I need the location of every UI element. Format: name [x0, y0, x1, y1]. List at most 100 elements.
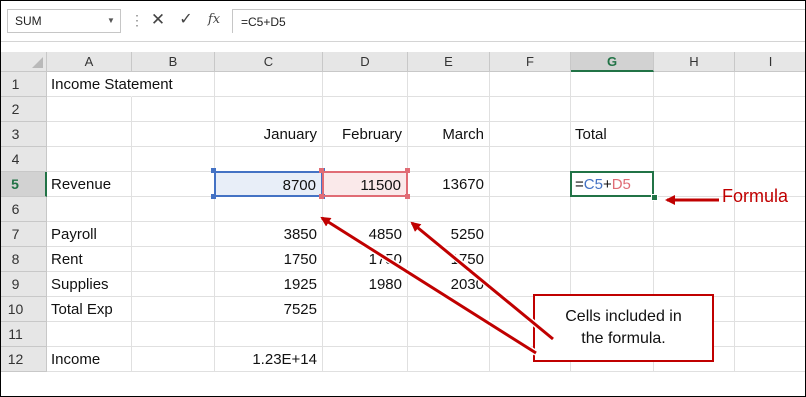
row-header-8[interactable]: 8 — [1, 247, 47, 272]
cell-b6[interactable] — [132, 197, 215, 222]
cell-g2[interactable] — [571, 97, 654, 122]
cell-g4[interactable] — [571, 147, 654, 172]
cell-e7[interactable]: 5250 — [408, 222, 490, 247]
cell-e10[interactable] — [408, 297, 490, 322]
cell-a9[interactable]: Supplies — [47, 272, 132, 297]
cell-f5[interactable] — [490, 172, 571, 197]
cell-a4[interactable] — [47, 147, 132, 172]
cell-a8[interactable]: Rent — [47, 247, 132, 272]
cell-e2[interactable] — [408, 97, 490, 122]
cell-i10[interactable] — [735, 297, 805, 322]
cell-a2[interactable] — [47, 97, 132, 122]
cell-d12[interactable] — [323, 347, 408, 372]
cell-c6[interactable] — [215, 197, 323, 222]
row-header-12[interactable]: 12 — [1, 347, 47, 372]
row-header-1[interactable]: 1 — [1, 72, 47, 97]
cell-i9[interactable] — [735, 272, 805, 297]
cell-c9[interactable]: 1925 — [215, 272, 323, 297]
fx-icon[interactable]: fx — [203, 8, 225, 32]
column-header-i[interactable]: I — [735, 52, 805, 72]
column-header-c[interactable]: C — [215, 52, 323, 72]
cell-c10[interactable]: 7525 — [215, 297, 323, 322]
cell-f8[interactable] — [490, 247, 571, 272]
cell-e6[interactable] — [408, 197, 490, 222]
cell-e4[interactable] — [408, 147, 490, 172]
column-header-d[interactable]: D — [323, 52, 408, 72]
cell-g3[interactable]: Total — [571, 122, 654, 147]
formula-input[interactable]: =C5+D5 — [232, 9, 805, 33]
column-header-b[interactable]: B — [132, 52, 215, 72]
cell-g8[interactable] — [571, 247, 654, 272]
more-options-icon[interactable]: ⋮ — [130, 8, 144, 32]
cell-c7[interactable]: 3850 — [215, 222, 323, 247]
row-header-4[interactable]: 4 — [1, 147, 47, 172]
cell-c3[interactable]: January — [215, 122, 323, 147]
cell-d5-reference-highlight[interactable]: 11500 — [322, 171, 408, 197]
cell-e3[interactable]: March — [408, 122, 490, 147]
cell-d4[interactable] — [323, 147, 408, 172]
cell-c5-reference-highlight[interactable]: 8700 — [214, 171, 323, 197]
cell-f2[interactable] — [490, 97, 571, 122]
cell-b2[interactable] — [132, 97, 215, 122]
cell-e5[interactable]: 13670 — [408, 172, 490, 197]
cell-i4[interactable] — [735, 147, 805, 172]
range-handle[interactable] — [319, 194, 324, 199]
active-cell-g5[interactable]: =C5+D5 — [570, 171, 654, 197]
cell-g6[interactable] — [571, 197, 654, 222]
cell-f3[interactable] — [490, 122, 571, 147]
cell-c4[interactable] — [215, 147, 323, 172]
range-handle[interactable] — [405, 194, 410, 199]
column-header-f[interactable]: F — [490, 52, 571, 72]
column-header-a[interactable]: A — [47, 52, 132, 72]
cell-b7[interactable] — [132, 222, 215, 247]
cell-i7[interactable] — [735, 222, 805, 247]
cell-e9[interactable]: 2030 — [408, 272, 490, 297]
close-icon[interactable]: ✕ — [147, 8, 169, 32]
cell-f1[interactable] — [490, 72, 571, 97]
cell-g1[interactable] — [571, 72, 654, 97]
range-handle[interactable] — [211, 168, 216, 173]
cell-h1[interactable] — [654, 72, 735, 97]
cell-c11[interactable] — [215, 322, 323, 347]
cell-d3[interactable]: February — [323, 122, 408, 147]
column-header-g[interactable]: G — [571, 52, 654, 72]
cell-i3[interactable] — [735, 122, 805, 147]
cell-c1[interactable] — [215, 72, 323, 97]
row-header-5[interactable]: 5 — [1, 172, 47, 197]
column-header-e[interactable]: E — [408, 52, 490, 72]
cell-d11[interactable] — [323, 322, 408, 347]
row-header-6[interactable]: 6 — [1, 197, 47, 222]
cell-h2[interactable] — [654, 97, 735, 122]
cell-a3[interactable] — [47, 122, 132, 147]
cell-a1[interactable]: Income Statement — [47, 72, 173, 97]
cell-i1[interactable] — [735, 72, 805, 97]
select-all-corner[interactable] — [1, 52, 47, 72]
cell-c8[interactable]: 1750 — [215, 247, 323, 272]
cell-b3[interactable] — [132, 122, 215, 147]
cell-i12[interactable] — [735, 347, 805, 372]
cell-f7[interactable] — [490, 222, 571, 247]
cell-h8[interactable] — [654, 247, 735, 272]
fill-handle[interactable] — [651, 194, 658, 201]
cell-d7[interactable]: 4850 — [323, 222, 408, 247]
cell-a12[interactable]: Income — [47, 347, 132, 372]
range-handle[interactable] — [405, 168, 410, 173]
cell-d2[interactable] — [323, 97, 408, 122]
cell-i11[interactable] — [735, 322, 805, 347]
cell-f4[interactable] — [490, 147, 571, 172]
cell-i8[interactable] — [735, 247, 805, 272]
row-header-3[interactable]: 3 — [1, 122, 47, 147]
check-icon[interactable]: ✓ — [175, 8, 197, 32]
name-box[interactable]: SUM ▼ — [7, 9, 121, 33]
column-header-h[interactable]: H — [654, 52, 735, 72]
cell-b8[interactable] — [132, 247, 215, 272]
cell-f6[interactable] — [490, 197, 571, 222]
cell-i2[interactable] — [735, 97, 805, 122]
cell-e8[interactable]: 1750 — [408, 247, 490, 272]
cell-d6[interactable] — [323, 197, 408, 222]
cell-b5[interactable] — [132, 172, 215, 197]
cell-c2[interactable] — [215, 97, 323, 122]
cell-a6[interactable] — [47, 197, 132, 222]
row-header-9[interactable]: 9 — [1, 272, 47, 297]
cell-h3[interactable] — [654, 122, 735, 147]
